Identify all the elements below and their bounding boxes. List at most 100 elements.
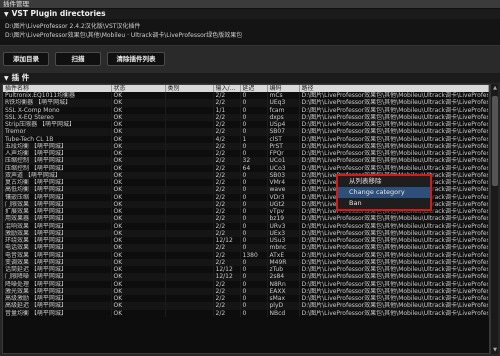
- cell-name: 话筒延迟 【萌平网城】: [3, 266, 112, 274]
- menu-item-change-category[interactable]: Change category: [338, 187, 430, 198]
- vst-directory-item[interactable]: D:\图片\LiveProfessor 2.4.2汉化版\VST汉化插件: [5, 22, 495, 31]
- menu-item-ban[interactable]: Ban: [338, 198, 430, 209]
- cell-io: 12/12: [213, 266, 241, 274]
- table-row[interactable]: 压缩控制 【萌平网城】 OK 2/2 32 UCo1 D:\图片\LiveProfesso…: [3, 157, 489, 165]
- cell-name: SSL X-EQ Stereo: [3, 113, 112, 121]
- cell-name: 人声均衡 【萌平网城】: [3, 150, 112, 158]
- table-row[interactable]: 变调效果 【萌平网城】 OK 2/2 0 M49R D:\图片\LiveProfessor…: [3, 258, 489, 266]
- cell-code: mbnc: [267, 244, 300, 252]
- scroll-down-icon[interactable]: ▼: [491, 346, 499, 354]
- cell-io: 2/2: [213, 309, 241, 317]
- cell-latency: 0: [240, 186, 268, 194]
- table-row[interactable]: Tube-Tech CL 1B OK 4/2 1 clST D:\图片\LiveProfe…: [3, 135, 489, 143]
- plugins-section-header[interactable]: ▼ 插 件: [0, 73, 500, 83]
- column-header-name[interactable]: 插件名称: [3, 85, 112, 92]
- table-row[interactable]: 电音效果 【萌平网城】 OK 2/2 1380 ATxE D:\图片\LiveProfes…: [3, 251, 489, 259]
- table-row[interactable]: R铁均衡器 【萌平网城】 OK 2/2 0 UEq3 D:\图片\LiveProfesso…: [3, 99, 489, 107]
- cell-code: NBcd: [267, 309, 300, 317]
- cell-io: 2/2: [213, 222, 241, 230]
- table-row[interactable]: 高级激励 【萌平网城】 OK 2/2 0 sMax D:\图片\LiveProfessor…: [3, 295, 489, 303]
- cell-io: 2/2: [213, 157, 241, 165]
- column-header-code[interactable]: 编码: [267, 85, 300, 92]
- collapse-triangle-icon[interactable]: ▼: [4, 74, 9, 84]
- table-row[interactable]: 压缩控制 【萌平网城】 OK 2/2 64 UCo3 D:\图片\LiveProfesso…: [3, 164, 489, 172]
- cell-code: EAXX: [267, 287, 300, 295]
- column-header-path[interactable]: 路径: [299, 85, 489, 92]
- cell-path: D:\图片\LiveProfessor效果包\其他\Mobileu\Ultrac…: [299, 266, 489, 274]
- table-row[interactable]: 混响效果 【萌平网城】 OK 2/2 0 URv3 D:\图片\LiveProfessor…: [3, 222, 489, 230]
- table-row[interactable]: SSL X-EQ Stereo OK 2/2 0 dxps D:\图片\LiveProfe…: [3, 113, 489, 121]
- table-row[interactable]: Tremor OK 2/2 0 SB07 D:\图片\LiveProfessor效果包\其…: [3, 128, 489, 136]
- table-row[interactable]: 高级延迟 【萌平网城】 OK 2/2 0 plyD D:\图片\LiveProfessor…: [3, 302, 489, 310]
- column-header-latency[interactable]: 延迟: [240, 85, 268, 92]
- cell-code: N8Rn: [267, 280, 300, 288]
- table-row[interactable]: 激励效果 【萌平网城】 OK 2/2 0 UEx3 D:\图片\LiveProfessor…: [3, 229, 489, 237]
- menu-item-remove-from-list[interactable]: 从列表移除: [338, 176, 430, 187]
- cell-io: 2/2: [213, 164, 241, 172]
- cell-latency: 0: [240, 106, 268, 114]
- column-header-category[interactable]: 类别: [165, 85, 214, 92]
- cell-status: OK: [111, 142, 166, 150]
- cell-category: [165, 208, 214, 216]
- cell-path: D:\图片\LiveProfessor效果包\其他\Mobileu\Ultrac…: [299, 251, 489, 259]
- table-row[interactable]: 音量均衡 【萌平网城】 OK 2/2 0 NBcd D:\图片\LiveProfessor…: [3, 309, 489, 317]
- collapse-triangle-icon[interactable]: ▼: [4, 10, 9, 20]
- table-row[interactable]: SSL X-Comp Mono OK 1/1 0 fcam D:\图片\LiveProfe…: [3, 106, 489, 114]
- scroll-up-icon[interactable]: ▲: [491, 84, 499, 92]
- table-row[interactable]: Strip压限器 【萌平网城】 OK 2/2 0 USp4 D:\图片\LiveProfe…: [3, 121, 489, 129]
- column-header-status[interactable]: 状态: [111, 85, 166, 92]
- table-row[interactable]: 话筒延迟 【萌平网城】 OK 12/12 0 zTub D:\图片\LiveProfess…: [3, 266, 489, 274]
- add-directory-button[interactable]: 添加目录: [3, 52, 49, 66]
- table-row[interactable]: 五段均衡 【萌平网城】 OK 2/2 0 PrST D:\图片\LiveProfessor…: [3, 142, 489, 150]
- cell-io: 2/2: [213, 142, 241, 150]
- cell-io: 2/2: [213, 99, 241, 107]
- cell-io: 2/2: [213, 113, 241, 121]
- clear-plugin-list-button[interactable]: 清除插件列表: [107, 52, 165, 66]
- table-row[interactable]: 激光效果 【萌平网城】 OK 2/2 0 EAXX D:\图片\LiveProfessor…: [3, 287, 489, 295]
- table-row[interactable]: 环绕效果 【萌平网城】 OK 12/12 0 USu3 D:\图片\LiveProfess…: [3, 237, 489, 245]
- cell-status: OK: [111, 302, 166, 310]
- cell-io: 2/2: [213, 287, 241, 295]
- scrollbar-thumb[interactable]: [492, 96, 498, 186]
- plugin-table[interactable]: 插件名称 状态 类别 输入/... 延迟 编码 路径 Pultronix.EQ1…: [2, 84, 490, 354]
- cell-name: Tremor: [3, 128, 112, 136]
- cell-name: 环绕效果 【萌平网城】: [3, 237, 112, 245]
- table-row[interactable]: 用效果器 【萌平网城】 OK 2/2 0 bz19 D:\图片\LiveProfessor…: [3, 215, 489, 223]
- scan-button[interactable]: 扫描: [55, 52, 101, 66]
- cell-code: USp4: [267, 121, 300, 129]
- cell-latency: 1: [240, 135, 268, 143]
- column-header-io[interactable]: 输入/...: [213, 85, 241, 92]
- cell-name: R铁均衡器 【萌平网城】: [3, 99, 112, 107]
- vst-directory-list[interactable]: D:\图片\LiveProfessor 2.4.2汉化版\VST汉化插件 D:\…: [0, 19, 500, 46]
- table-row[interactable]: 人声均衡 【萌平网城】 OK 2/2 0 FPQr D:\图片\LiveProfessor…: [3, 150, 489, 158]
- table-header-row: 插件名称 状态 类别 输入/... 延迟 编码 路径: [3, 85, 489, 92]
- vertical-scrollbar[interactable]: ▲ ▼: [490, 84, 498, 354]
- cell-status: OK: [111, 251, 166, 259]
- cell-latency: 0: [240, 208, 268, 216]
- vst-directory-item[interactable]: D:\图片\LiveProfessor效果包\其他\Mobileu · Ultr…: [5, 31, 495, 40]
- cell-code: UEx3: [267, 229, 300, 237]
- cell-name: 激光效果 【萌平网城】: [3, 287, 112, 295]
- cell-status: OK: [111, 99, 166, 107]
- cell-path: D:\图片\LiveProfessor效果包\其他\Mobileu\Ultrac…: [299, 106, 489, 114]
- cell-status: OK: [111, 135, 166, 143]
- cell-status: OK: [111, 258, 166, 266]
- cell-latency: 0: [240, 273, 268, 281]
- cell-path: D:\图片\LiveProfessor效果包\其他\Mobileu\Ultrac…: [299, 295, 489, 303]
- cell-path: D:\图片\LiveProfessor效果包\其他\Mobileu\Ultrac…: [299, 157, 489, 165]
- cell-latency: 0: [240, 193, 268, 201]
- cell-status: OK: [111, 273, 166, 281]
- cell-path: D:\图片\LiveProfessor效果包\其他\Mobileu\Ultrac…: [299, 229, 489, 237]
- cell-code: wave: [267, 186, 300, 194]
- cell-latency: 0: [240, 237, 268, 245]
- cell-io: 2/2: [213, 208, 241, 216]
- table-row[interactable]: 门限降噪 【萌平网城】 OK 12/12 0 2s84 D:\图片\LiveProfess…: [3, 273, 489, 281]
- vst-section-header[interactable]: ▼ VST Plugin directories: [0, 9, 500, 19]
- cell-path: D:\图片\LiveProfessor效果包\其他\Mobileu\Ultrac…: [299, 215, 489, 223]
- table-row[interactable]: Pultronix.EQ1011均衡器 OK 2/2 0 mCs D:\图片\LivePr…: [3, 92, 489, 100]
- cell-latency: 64: [240, 164, 268, 172]
- table-row[interactable]: 降噪处理 【萌平网城】 OK 2/2 0 N8Rn D:\图片\LiveProfessor…: [3, 280, 489, 288]
- table-row[interactable]: 电话效果 【萌平网城】 OK 2/2 0 mbnc D:\图片\LiveProfessor…: [3, 244, 489, 252]
- cell-io: 2/2: [213, 121, 241, 129]
- cell-name: 镶嵌压缩 【萌平网城】: [3, 193, 112, 201]
